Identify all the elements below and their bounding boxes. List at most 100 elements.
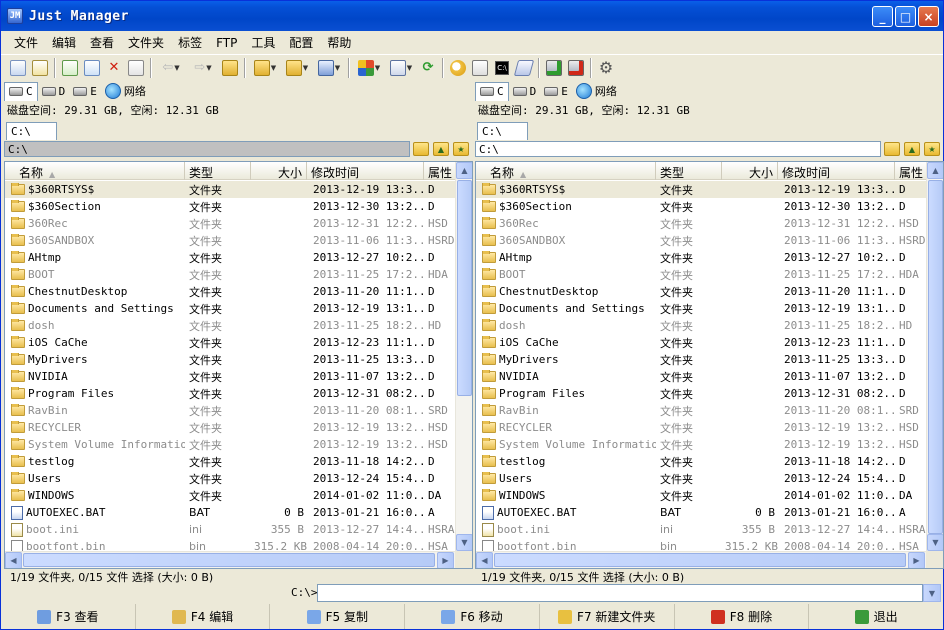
file-row[interactable]: RavBin 文件夹 2013-11-20 08:1... SRD (476, 402, 926, 419)
scroll-thumb[interactable] (928, 180, 943, 534)
column-attr-header[interactable]: 属性 (424, 162, 455, 180)
file-row[interactable]: WINDOWS 文件夹 2014-01-02 11:0... DA (5, 487, 455, 504)
file-row[interactable]: $360Section 文件夹 2013-12-30 13:2... D (5, 198, 455, 215)
scroll-down-button[interactable]: ▼ (927, 534, 943, 551)
file-row[interactable]: MyDrivers 文件夹 2013-11-25 13:3... D (476, 351, 926, 368)
menu-file[interactable]: 文件 (7, 32, 45, 53)
file-row[interactable]: WINDOWS 文件夹 2014-01-02 11:0... DA (476, 487, 926, 504)
file-row[interactable]: testlog 文件夹 2013-11-18 14:2... D (476, 453, 926, 470)
command-input[interactable] (317, 584, 923, 602)
file-row[interactable]: Documents and Settings 文件夹 2013-12-19 13:1… (5, 300, 455, 317)
menu-config[interactable]: 配置 (282, 32, 320, 53)
column-size-header[interactable]: 大小 (722, 162, 778, 180)
scroll-right-button[interactable]: ▶ (437, 552, 454, 568)
settings-button[interactable]: ⚙ (595, 57, 617, 79)
drive-e-button[interactable]: E (69, 82, 101, 101)
parent-folder-button[interactable]: ▲ (433, 142, 449, 156)
fkey-button-1[interactable]: F3 查看 (1, 604, 136, 629)
file-row[interactable]: Program Files 文件夹 2013-12-31 08:2... D (476, 385, 926, 402)
layout-button[interactable]: ▼ (353, 57, 385, 79)
file-row[interactable]: $360RTSYS$ 文件夹 2013-12-19 13:3... D (5, 181, 455, 198)
minimize-button[interactable]: _ (872, 6, 893, 27)
root-folder-button[interactable]: ★ (924, 142, 940, 156)
maximize-button[interactable]: □ (895, 6, 916, 27)
folder-sync-button[interactable]: ▼ (281, 57, 313, 79)
file-row[interactable]: AUTOEXEC.BAT BAT 0 B 2013-01-21 16:0... A (5, 504, 455, 521)
file-row[interactable]: iOS CaChe 文件夹 2013-12-23 11:1... D (5, 334, 455, 351)
refresh-button[interactable]: ⟳ (417, 57, 439, 79)
file-row[interactable]: RECYCLER 文件夹 2013-12-19 13:2... HSD (476, 419, 926, 436)
scroll-left-button[interactable]: ◀ (5, 552, 22, 568)
column-name-header[interactable]: 名称 ▲ (476, 162, 656, 180)
file-row[interactable]: 360SANDBOX 文件夹 2013-11-06 11:3... HSRD (476, 232, 926, 249)
menu-help[interactable]: 帮助 (320, 32, 358, 53)
disconnect-button[interactable] (565, 57, 587, 79)
fkey-button-5[interactable]: F7 新建文件夹 (540, 604, 675, 629)
drive-d-button[interactable]: D (38, 82, 70, 101)
hscroll-thumb[interactable] (23, 553, 435, 567)
horizontal-scrollbar[interactable]: ◀ ▶ (5, 551, 455, 568)
open-with-button[interactable]: ▼ (313, 57, 345, 79)
scroll-up-button[interactable]: ▲ (456, 162, 472, 179)
file-row[interactable]: 360Rec 文件夹 2013-12-31 12:2... HSD (476, 215, 926, 232)
network-button[interactable]: 网络 (101, 82, 150, 101)
column-type-header[interactable]: 类型 (185, 162, 251, 180)
column-size-header[interactable]: 大小 (251, 162, 307, 180)
column-attr-header[interactable]: 属性 (895, 162, 926, 180)
file-row[interactable]: ChestnutDesktop 文件夹 2013-11-20 11:1... D (476, 283, 926, 300)
menu-view[interactable]: 查看 (83, 32, 121, 53)
vertical-scrollbar[interactable]: ▲ ▼ (926, 162, 943, 551)
path-field[interactable]: C:\ (4, 141, 410, 157)
tag-button[interactable] (513, 57, 535, 79)
forward-button[interactable]: ⇨ ▼ (187, 57, 219, 79)
bookmark-folder-button[interactable] (884, 142, 900, 156)
folder-tab[interactable]: C:\ (477, 122, 528, 140)
scroll-down-button[interactable]: ▼ (456, 534, 472, 551)
folder-tab[interactable]: C:\ (6, 122, 57, 140)
close-button[interactable]: × (918, 6, 939, 27)
file-row[interactable]: Users 文件夹 2013-12-24 15:4... D (476, 470, 926, 487)
folder-menu-button[interactable]: ▼ (249, 57, 281, 79)
file-row[interactable]: System Volume Information 文件夹 2013-12-19 1… (5, 436, 455, 453)
file-row[interactable]: BOOT 文件夹 2013-11-25 17:2... HDA (476, 266, 926, 283)
file-row[interactable]: boot.ini ini 355 B 2013-12-27 14:4... HSRA (5, 521, 455, 538)
menu-ftp[interactable]: FTP (209, 34, 244, 52)
drive-c-button[interactable]: C (4, 81, 38, 101)
network-button[interactable]: 网络 (572, 82, 621, 101)
title-bar[interactable]: JM Just Manager _ □ × (1, 1, 943, 31)
column-mtime-header[interactable]: 修改时间 (307, 162, 424, 180)
file-row[interactable]: 360Rec 文件夹 2013-12-31 12:2... HSD (5, 215, 455, 232)
console-button[interactable]: C:\ (491, 57, 513, 79)
menu-tabs[interactable]: 标签 (171, 32, 209, 53)
file-row[interactable]: MyDrivers 文件夹 2013-11-25 13:3... D (5, 351, 455, 368)
file-row[interactable]: $360RTSYS$ 文件夹 2013-12-19 13:3... D (476, 181, 926, 198)
fkey-button-3[interactable]: F5 复制 (270, 604, 406, 629)
new-file-button[interactable] (59, 57, 81, 79)
file-row[interactable]: Program Files 文件夹 2013-12-31 08:2... D (5, 385, 455, 402)
file-row[interactable]: NVIDIA 文件夹 2013-11-07 13:2... D (476, 368, 926, 385)
file-row[interactable]: iOS CaChe 文件夹 2013-12-23 11:1... D (476, 334, 926, 351)
fkey-button-4[interactable]: F6 移动 (405, 604, 540, 629)
scroll-left-button[interactable]: ◀ (476, 552, 493, 568)
file-list[interactable]: 名称 ▲ 类型 大小 修改时间 属性 $360RTSYS$ 文件夹 2013-12-1… (4, 161, 473, 569)
file-row[interactable]: Documents and Settings 文件夹 2013-12-19 13:1… (476, 300, 926, 317)
bookmark-folder-button[interactable] (413, 142, 429, 156)
file-row[interactable]: BOOT 文件夹 2013-11-25 17:2... HDA (5, 266, 455, 283)
sort-button[interactable]: ▼ (385, 57, 417, 79)
column-type-header[interactable]: 类型 (656, 162, 722, 180)
fkey-button-7[interactable]: 退出 (809, 604, 943, 629)
file-row[interactable]: RECYCLER 文件夹 2013-12-19 13:2... HSD (5, 419, 455, 436)
root-folder-button[interactable]: ★ (453, 142, 469, 156)
scroll-thumb[interactable] (457, 180, 472, 396)
scroll-up-button[interactable]: ▲ (927, 162, 943, 179)
fkey-button-6[interactable]: F8 删除 (675, 604, 810, 629)
file-row[interactable]: 360SANDBOX 文件夹 2013-11-06 11:3... HSRD (5, 232, 455, 249)
drive-e-button[interactable]: E (540, 82, 572, 101)
file-row[interactable]: dosh 文件夹 2013-11-25 18:2... HD (476, 317, 926, 334)
file-list[interactable]: 名称 ▲ 类型 大小 修改时间 属性 $360RTSYS$ 文件夹 2013-12-1… (475, 161, 944, 569)
menu-tools[interactable]: 工具 (244, 32, 282, 53)
delete-button[interactable]: ✕ (103, 57, 125, 79)
file-row[interactable]: $360Section 文件夹 2013-12-30 13:2... D (476, 198, 926, 215)
drive-d-button[interactable]: D (509, 82, 541, 101)
file-row[interactable]: dosh 文件夹 2013-11-25 18:2... HD (5, 317, 455, 334)
